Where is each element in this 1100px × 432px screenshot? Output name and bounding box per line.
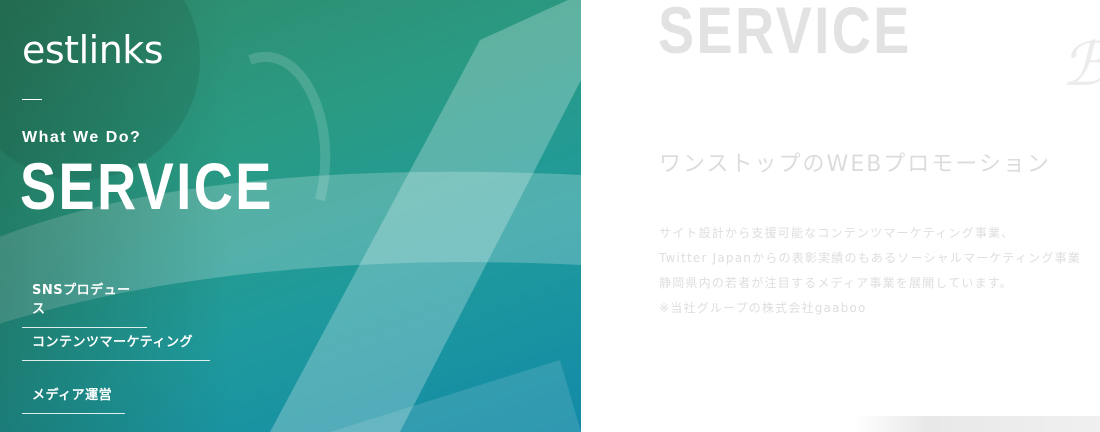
decorative-script: ℬ bbox=[1061, 30, 1100, 100]
page-title: SERVICE bbox=[20, 149, 274, 223]
nav-link-content-marketing[interactable]: コンテンツマーケティング bbox=[22, 331, 210, 361]
description-line: Twitter Japanからの表彰実績のもあるソーシャルマーケティング事業 bbox=[659, 251, 1081, 265]
section-description: サイト設計から支援可能なコンテンツマーケティング事業、 Twitter Japa… bbox=[659, 221, 1081, 321]
description-line: ※当社グループの株式会社gaaboo bbox=[659, 301, 867, 315]
hero-image-panel: estlinks What We Do? SERVICE SNSプロデュース コ… bbox=[0, 0, 581, 432]
description-line: サイト設計から支援可能なコンテンツマーケティング事業、 bbox=[659, 226, 1015, 240]
section-subtitle: ワンストップのWEBプロモーション bbox=[659, 152, 1051, 177]
section-eyebrow: What We Do? bbox=[22, 129, 142, 146]
logo[interactable]: estlinks bbox=[22, 28, 164, 72]
bottom-decoration bbox=[854, 416, 1100, 432]
nav-link-media[interactable]: メディア運営 bbox=[22, 384, 125, 414]
section-heading: SERVICE bbox=[658, 0, 912, 67]
nav-link-sns-produce[interactable]: SNSプロデュース bbox=[22, 279, 147, 328]
content-panel: SERVICE ℬ ワンストップのWEBプロモーション サイト設計から支援可能な… bbox=[581, 0, 1100, 432]
divider bbox=[22, 99, 42, 100]
description-line: 静岡県内の若者が注目するメディア事業を展開しています。 bbox=[659, 276, 1014, 290]
